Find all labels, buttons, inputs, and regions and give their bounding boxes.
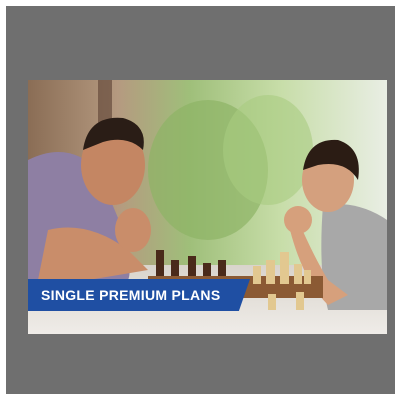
promo-banner-label: SINGLE PREMIUM PLANS	[41, 287, 221, 303]
promo-banner[interactable]: SINGLE PREMIUM PLANS	[28, 279, 250, 311]
